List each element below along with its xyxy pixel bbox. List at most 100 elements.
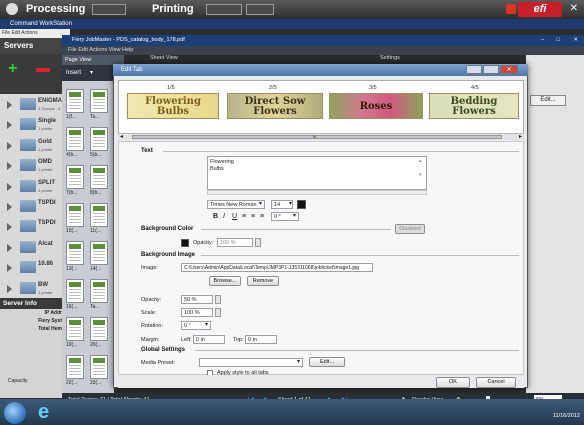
dialog-minimize-icon[interactable] xyxy=(466,65,482,74)
bg-opacity-input[interactable]: 100 % xyxy=(217,238,253,247)
image-opacity-input[interactable]: 50 % xyxy=(181,295,213,304)
media-preset-dropdown-icon[interactable]: ▾ xyxy=(297,358,300,365)
margin-top-input[interactable]: 0 in xyxy=(245,335,277,344)
server-list-item[interactable]: Single 1 printer xyxy=(0,114,66,137)
topbar-close-icon[interactable]: ✕ xyxy=(570,3,578,14)
bold-button[interactable]: B xyxy=(213,213,218,220)
tab-text-input[interactable]: Flowering Bulbs xyxy=(207,156,427,190)
text-color-swatch[interactable] xyxy=(297,200,306,209)
text-rotation-dropdown-icon[interactable]: ▾ xyxy=(293,212,296,219)
remove-button[interactable]: Remove xyxy=(247,276,279,286)
align-center-icon[interactable]: ≡ xyxy=(251,213,255,220)
page-thumbnail[interactable] xyxy=(90,165,108,189)
align-right-icon[interactable]: ≡ xyxy=(260,213,264,220)
tab-preview-1[interactable]: Flowering Bulbs xyxy=(127,93,219,119)
text-scroll-up-icon[interactable]: ▴ xyxy=(419,158,422,164)
rotation-dropdown-icon[interactable]: ▾ xyxy=(205,321,208,328)
edit-button[interactable]: Edit... xyxy=(530,95,566,106)
server-name: ENIGMA xyxy=(38,98,62,104)
expand-icon[interactable] xyxy=(7,141,12,150)
page-thumbnail[interactable] xyxy=(90,127,108,151)
browse-button[interactable]: Browse... xyxy=(209,276,241,286)
expand-icon[interactable] xyxy=(7,162,12,171)
page-thumbnail[interactable] xyxy=(66,127,84,151)
italic-button[interactable]: I xyxy=(223,213,225,220)
add-server-icon[interactable]: + xyxy=(8,61,22,77)
jm-maximize-icon[interactable]: □ xyxy=(557,35,560,46)
page-thumbnail[interactable] xyxy=(90,89,108,113)
tab-preview-4[interactable]: Bedding Flowers xyxy=(429,93,519,119)
server-list-item[interactable]: BW 1 printer xyxy=(0,277,66,300)
text-h-scrollbar[interactable] xyxy=(207,190,427,195)
page-thumbnail[interactable] xyxy=(90,241,108,265)
image-path-input[interactable]: C:\Users\Admin\AppData\Local\Temp\JMP3P1… xyxy=(181,263,373,272)
scroll-thumb[interactable]: III xyxy=(132,134,502,139)
server-list-item[interactable]: OMD 1 printer xyxy=(0,155,66,178)
expand-icon[interactable] xyxy=(7,121,12,130)
rotation-label: Rotation: xyxy=(141,323,164,329)
scale-spinner[interactable] xyxy=(215,308,221,317)
jm-minimize-icon[interactable]: – xyxy=(541,35,544,46)
scroll-right-icon[interactable]: ▸ xyxy=(519,133,522,140)
underline-button[interactable]: U xyxy=(232,213,237,220)
page-thumbnail[interactable] xyxy=(66,355,84,379)
margin-left-input[interactable]: 0 in xyxy=(193,335,225,344)
server-list-item[interactable]: TSPDI xyxy=(0,196,66,218)
cws-menu-bar[interactable]: File Edit Actions xyxy=(0,29,70,38)
ie-icon[interactable]: e xyxy=(38,401,60,423)
image-opacity-spinner[interactable] xyxy=(215,295,221,304)
media-edit-button[interactable]: Edit... xyxy=(309,357,345,367)
page-thumbnail[interactable] xyxy=(90,279,108,303)
server-list-item[interactable]: 10.86 xyxy=(0,257,66,280)
thumbnail-label: 8(b... xyxy=(90,190,102,196)
page-thumbnail[interactable] xyxy=(90,317,108,341)
font-dropdown-icon[interactable]: ▾ xyxy=(259,200,262,207)
dialog-close-icon[interactable]: ✕ xyxy=(500,65,518,74)
page-thumbnail[interactable] xyxy=(66,317,84,341)
expand-icon[interactable] xyxy=(7,101,12,109)
server-sub: 1 printer xyxy=(38,167,53,173)
preview-scrollbar[interactable]: ◂ III ▸ xyxy=(118,133,524,140)
page-thumbnail[interactable] xyxy=(66,165,84,189)
jobmaster-menu-bar[interactable]: File Edit Actions View Help xyxy=(62,46,584,55)
scroll-left-icon[interactable]: ◂ xyxy=(120,133,123,140)
servers-header: Servers xyxy=(0,38,66,54)
page-thumbnail[interactable] xyxy=(66,203,84,227)
insert-button[interactable]: Insert xyxy=(66,70,81,76)
page-thumbnail[interactable] xyxy=(66,89,84,113)
dialog-maximize-icon[interactable] xyxy=(483,65,499,74)
remove-server-icon[interactable] xyxy=(36,68,50,72)
bg-color-swatch[interactable] xyxy=(181,239,189,247)
media-preset-select[interactable] xyxy=(199,358,303,367)
text-scroll-down-icon[interactable]: ▾ xyxy=(419,172,422,178)
tab-preview-3[interactable]: Roses xyxy=(329,93,423,119)
font-select[interactable]: Times New Roman xyxy=(207,200,265,209)
jm-close-icon[interactable]: ✕ xyxy=(573,35,578,46)
expand-icon[interactable] xyxy=(7,243,12,252)
expand-icon[interactable] xyxy=(7,223,12,232)
size-dropdown-icon[interactable]: ▾ xyxy=(289,200,292,207)
page-thumbnail[interactable] xyxy=(66,279,84,303)
server-list-item[interactable]: Alcat xyxy=(0,236,66,259)
page-thumbnail[interactable] xyxy=(66,241,84,265)
scale-input[interactable]: 100 % xyxy=(181,308,213,317)
expand-icon[interactable] xyxy=(7,264,12,273)
cancel-button[interactable]: Cancel xyxy=(476,377,516,388)
section-divider xyxy=(195,350,519,351)
disabled-button[interactable]: Disabled xyxy=(395,224,425,234)
expand-icon[interactable] xyxy=(7,182,12,191)
expand-icon[interactable] xyxy=(7,203,12,211)
server-list-item[interactable]: TSPDI xyxy=(0,216,66,239)
insert-dropdown-icon[interactable]: ▾ xyxy=(90,65,93,81)
start-button-icon[interactable] xyxy=(4,402,26,424)
expand-icon[interactable] xyxy=(7,284,12,293)
ok-button[interactable]: OK xyxy=(436,377,470,388)
align-left-icon[interactable]: ≡ xyxy=(242,213,246,220)
server-list-item[interactable]: SPLIT 4 printer xyxy=(0,175,66,198)
page-thumbnail[interactable] xyxy=(90,203,108,227)
tab-preview-2[interactable]: Direct Sow Flowers xyxy=(227,93,323,119)
page-thumbnail[interactable] xyxy=(90,355,108,379)
server-list-item[interactable]: ENIGMA 5 Groups - 4 xyxy=(0,94,66,116)
server-list-item[interactable]: Gold 1 printer xyxy=(0,134,66,157)
bg-opacity-spinner[interactable] xyxy=(255,238,261,247)
